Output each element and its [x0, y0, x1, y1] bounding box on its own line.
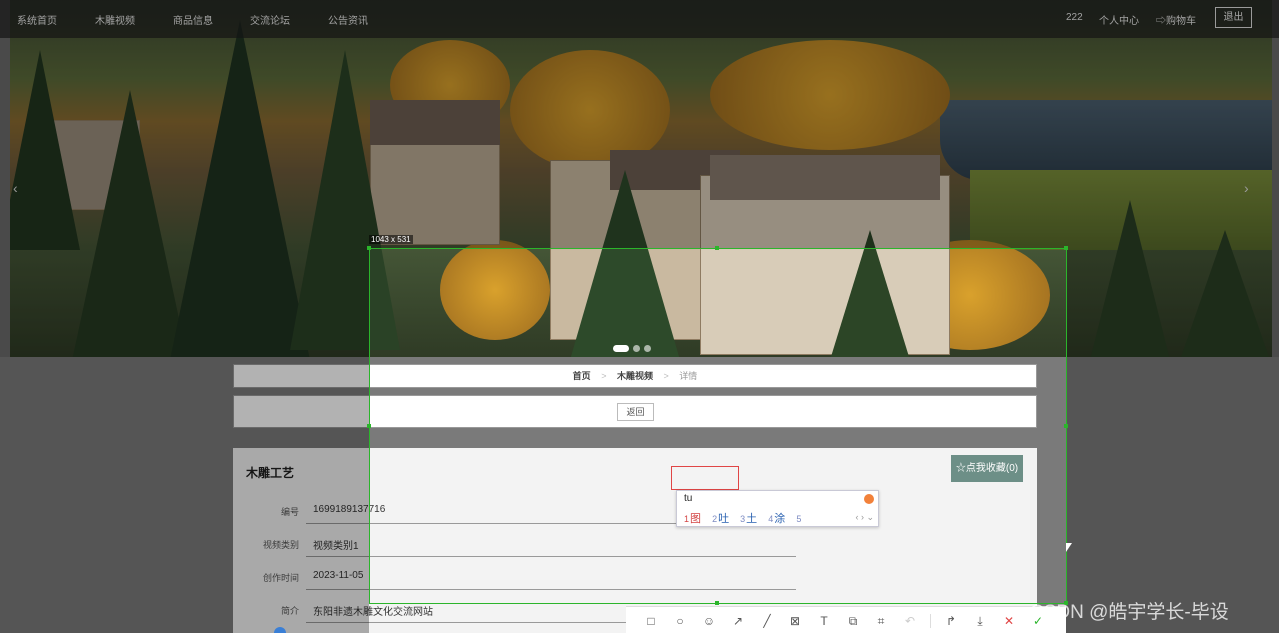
breadcrumb-separator: >	[663, 371, 669, 381]
ime-candidate-popup: tu 1图 2吐 3土 4涂 5 ‹ › ⌄	[676, 490, 879, 527]
ocr-tool-icon[interactable]: ⌗	[872, 612, 890, 630]
ellipse-tool-icon[interactable]: ○	[671, 612, 689, 630]
ime-candidate[interactable]: 2吐	[712, 513, 729, 525]
emoji-tool-icon[interactable]: ☺	[700, 612, 718, 630]
capture-dim-overlay	[0, 0, 1279, 249]
capture-toolbar: □ ○ ☺ ↗ ╱ ⊠ T ⧉ ⌗ ↶ ↱ ⤓ ✕ ✓	[626, 606, 1066, 633]
share-icon[interactable]: ↱	[942, 612, 960, 630]
line-tool-icon[interactable]: ╱	[758, 612, 776, 630]
carousel-indicator	[613, 340, 655, 358]
breadcrumb-separator: >	[601, 371, 607, 381]
scroll-indicator	[274, 627, 286, 633]
text-tool-icon[interactable]: T	[815, 612, 833, 630]
breadcrumb-home[interactable]: 首页	[573, 371, 591, 381]
ime-candidate[interactable]: 4涂	[768, 513, 785, 525]
ime-logo-icon	[864, 494, 874, 504]
carousel-dot[interactable]	[613, 345, 629, 353]
capture-dim-overlay	[1066, 249, 1279, 633]
ime-candidate[interactable]: 3土	[740, 513, 757, 525]
watermark: CSDN @皓宇学长-毕设	[1030, 602, 1229, 623]
carousel-dot[interactable]	[633, 345, 640, 353]
arrow-tool-icon[interactable]: ↗	[729, 612, 747, 630]
favorite-button[interactable]: ☆点我收藏(0)	[951, 455, 1023, 482]
ime-composition-text: tu	[684, 493, 693, 504]
download-icon[interactable]: ⤓	[971, 612, 989, 630]
capture-size-label: 1043 x 531	[369, 235, 413, 244]
resize-handle[interactable]	[715, 246, 719, 250]
resize-handle[interactable]	[1064, 424, 1068, 428]
mouse-cursor-icon	[1066, 543, 1072, 552]
cancel-icon[interactable]: ✕	[1000, 612, 1018, 630]
resize-handle[interactable]	[1064, 246, 1068, 250]
undo-icon[interactable]: ↶	[901, 612, 919, 630]
mosaic-tool-icon[interactable]: ⊠	[786, 612, 804, 630]
back-button[interactable]: 返回	[617, 403, 654, 421]
capture-dim-overlay	[0, 249, 369, 633]
resize-handle[interactable]	[715, 601, 719, 605]
resize-handle[interactable]	[367, 246, 371, 250]
pin-tool-icon[interactable]: ⧉	[844, 612, 862, 630]
breadcrumb-section[interactable]: 木雕视频	[617, 371, 653, 381]
ime-candidate[interactable]: 1图	[684, 513, 701, 525]
ime-page-nav[interactable]: ‹ › ⌄	[855, 512, 874, 523]
resize-handle[interactable]	[367, 424, 371, 428]
breadcrumb-current: 详情	[679, 371, 698, 381]
rectangle-tool-icon[interactable]: □	[642, 612, 660, 630]
text-input-box[interactable]	[671, 466, 739, 490]
ime-candidate[interactable]: 5	[796, 513, 802, 525]
carousel-dot[interactable]	[644, 345, 651, 353]
